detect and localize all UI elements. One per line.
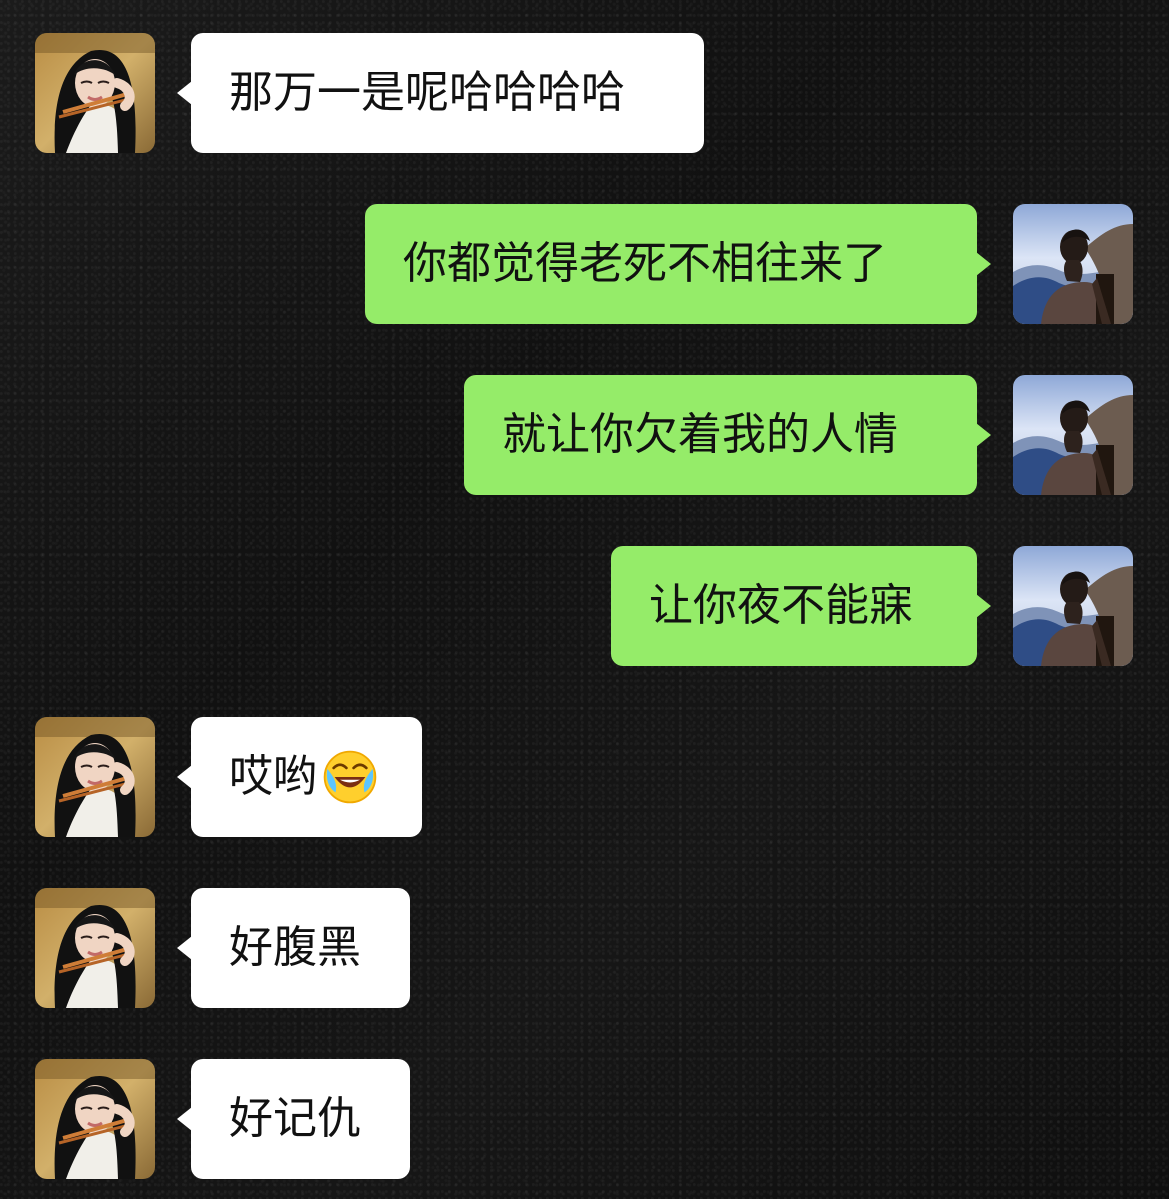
message-bubble[interactable]: 好记仇 (177, 1059, 410, 1179)
message-text: 你都觉得老死不相往来了 (403, 238, 887, 289)
girl-avatar-image (35, 717, 155, 837)
contact-avatar[interactable] (35, 1059, 155, 1179)
landscape-avatar-image (1013, 546, 1133, 666)
girl-avatar-image (35, 888, 155, 1008)
message-text: 让你夜不能寐 (649, 580, 913, 631)
message-text: 好记仇 (229, 1093, 361, 1144)
girl-avatar-image (35, 33, 155, 153)
message-bubble[interactable]: 就让你欠着我的人情 (464, 375, 991, 495)
landscape-avatar-image (1013, 204, 1133, 324)
message-bubble[interactable]: 哎哟 (177, 717, 422, 837)
landscape-avatar-image (1013, 375, 1133, 495)
contact-avatar[interactable] (35, 33, 155, 153)
my-avatar[interactable] (1013, 375, 1133, 495)
message-bubble[interactable]: 让你夜不能寐 (611, 546, 991, 666)
message-text: 就让你欠着我的人情 (502, 409, 898, 460)
my-avatar[interactable] (1013, 204, 1133, 324)
my-avatar[interactable] (1013, 546, 1133, 666)
laughing-crying-emoji-icon (323, 750, 377, 804)
message-text: 那万一是呢哈哈哈哈 (229, 67, 625, 118)
message-text: 哎哟 (229, 751, 317, 802)
chat-conversation: 那万一是呢哈哈哈哈 你都觉得老死不相往来了 就让你欠着我的人情 让你夜不能寐 哎… (0, 0, 1169, 1199)
message-bubble[interactable]: 好腹黑 (177, 888, 410, 1008)
contact-avatar[interactable] (35, 888, 155, 1008)
message-bubble[interactable]: 你都觉得老死不相往来了 (365, 204, 991, 324)
message-text: 好腹黑 (229, 922, 361, 973)
contact-avatar[interactable] (35, 717, 155, 837)
message-bubble[interactable]: 那万一是呢哈哈哈哈 (177, 33, 704, 153)
girl-avatar-image (35, 1059, 155, 1179)
